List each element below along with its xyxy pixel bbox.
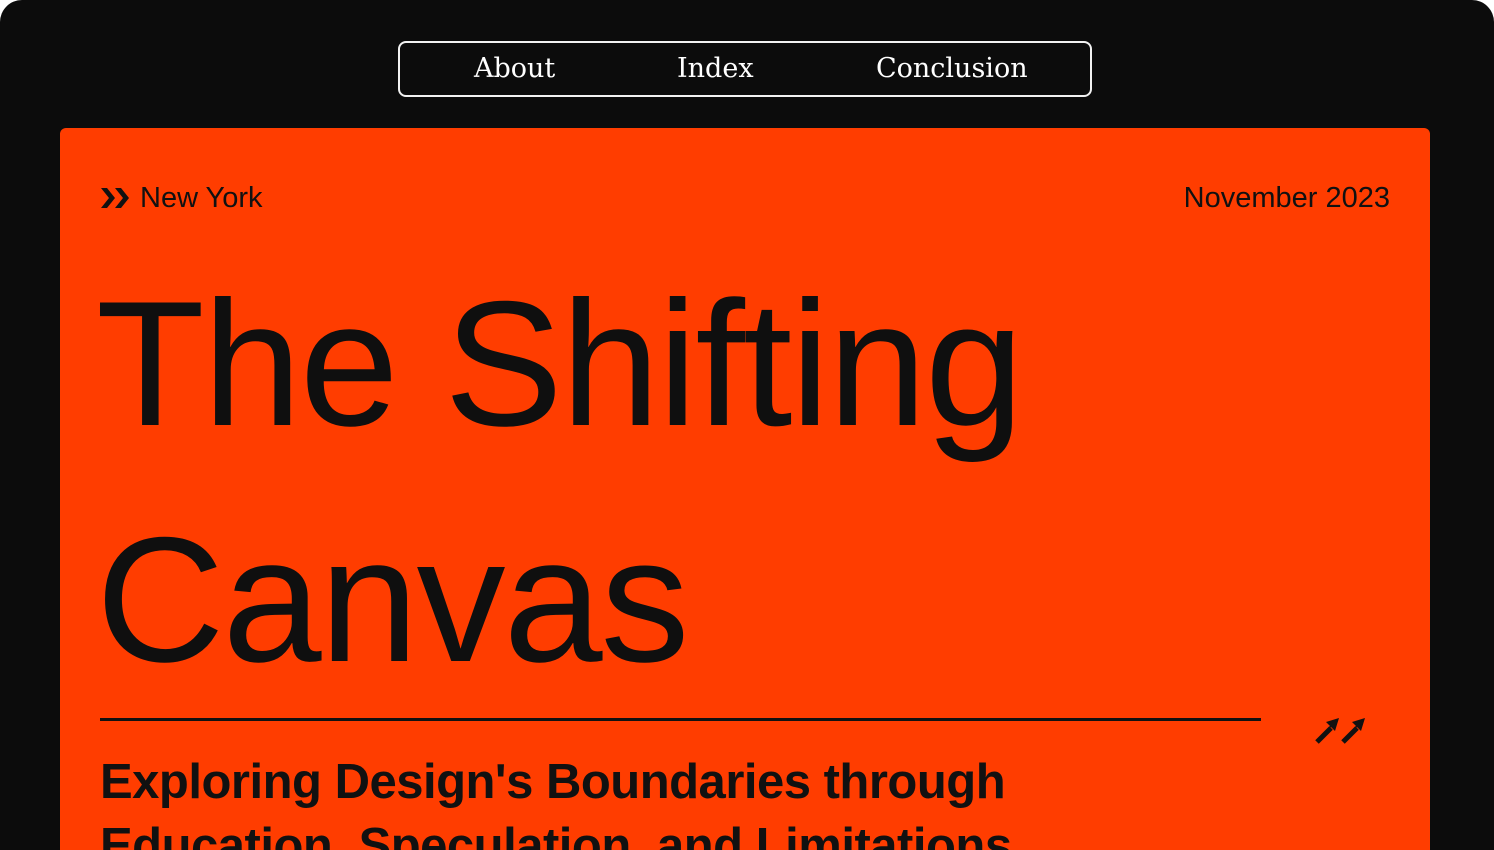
top-nav: About Index Conclusion	[398, 41, 1092, 97]
nav-link-about[interactable]: About	[474, 43, 555, 95]
hero-card: New York November 2023 The Shifting Canv…	[60, 128, 1430, 850]
page-frame: About Index Conclusion New York November…	[0, 0, 1494, 850]
double-arrow-up-right-icon[interactable]	[1312, 712, 1372, 746]
location-text: New York	[140, 181, 263, 214]
page-subtitle: Exploring Design's Boundaries through Ed…	[100, 755, 1012, 850]
nav-link-conclusion[interactable]: Conclusion	[876, 43, 1028, 95]
double-chevron-right-icon	[101, 188, 129, 208]
title-divider	[100, 718, 1261, 721]
location-label: New York	[100, 180, 263, 216]
page-title: The Shifting Canvas	[96, 264, 1024, 699]
nav-link-index[interactable]: Index	[677, 43, 754, 95]
date-label: November 2023	[1183, 182, 1390, 214]
